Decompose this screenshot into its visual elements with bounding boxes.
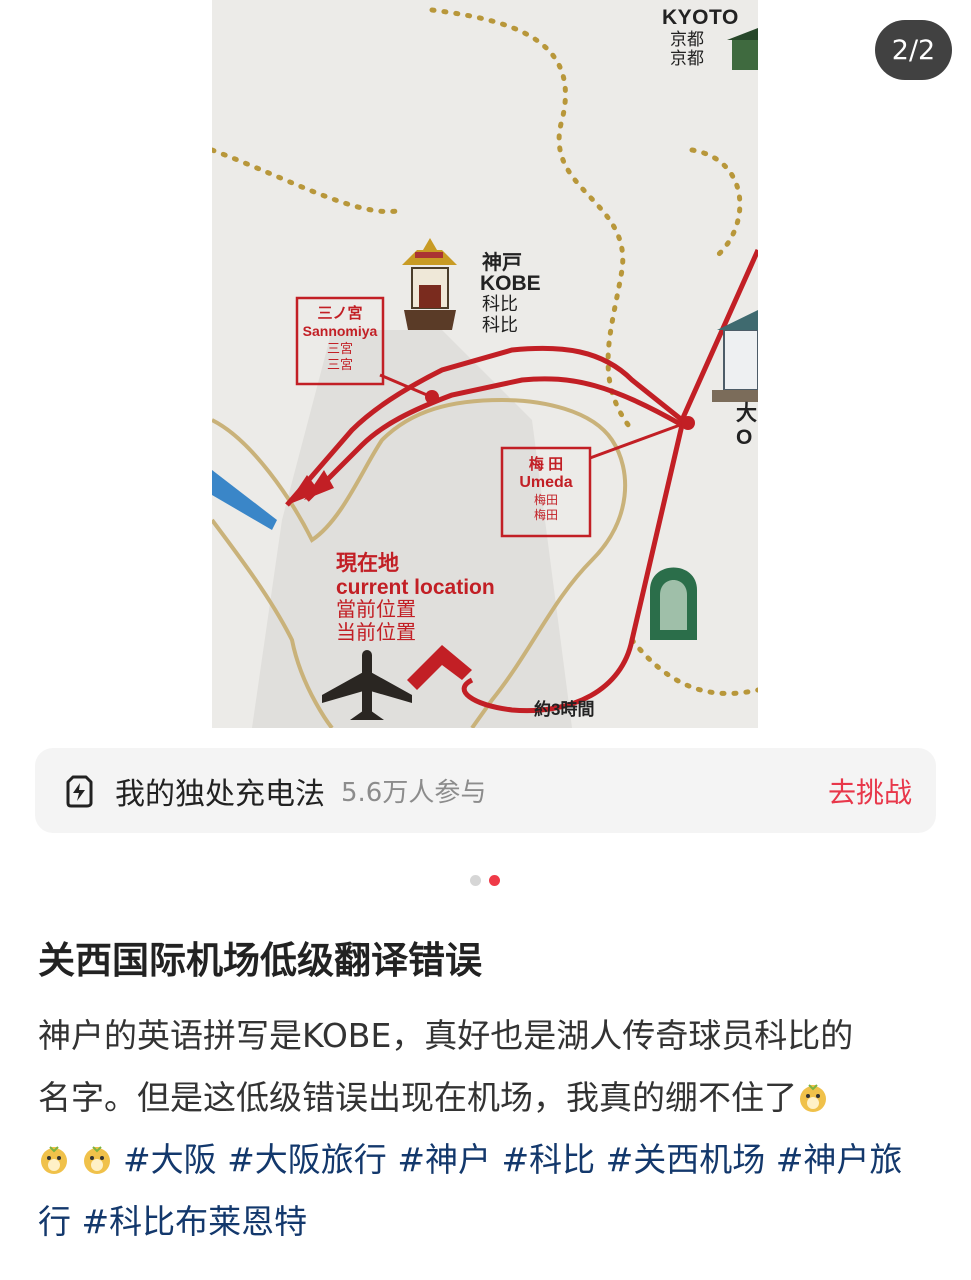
post-image-carousel[interactable]: KYOTO 京都 京都 神戸 KOBE 科比 科比 三ノ宮 Sannomiya … — [0, 0, 971, 730]
battery-charge-icon — [66, 775, 93, 807]
challenge-banner[interactable]: 我的独处充电法 5.6万人参与 去挑战 — [35, 748, 936, 833]
map-sannomiya-zh1: 三宮 — [326, 341, 353, 356]
hashtag-link[interactable]: #大阪 — [123, 1140, 217, 1179]
map-kyoto-en: KYOTO — [662, 6, 739, 29]
map-umeda-zh2: 梅田 — [533, 508, 558, 522]
post-title: 关西国际机场低级翻译错误 — [38, 939, 482, 982]
bear-face-emoji — [83, 1146, 110, 1174]
hashtag-link[interactable]: #科比 — [501, 1140, 595, 1179]
map-umeda-en: Umeda — [519, 474, 573, 491]
bear-face-emoji — [800, 1084, 826, 1112]
carousel-pagination — [470, 875, 500, 886]
map-current-ja: 現在地 — [336, 552, 399, 575]
map-umeda-zh1: 梅田 — [533, 493, 558, 507]
map-sannomiya-kanji: 三ノ宮 — [317, 305, 363, 322]
hashtag-link[interactable]: #大阪旅行 — [227, 1140, 387, 1179]
post-body: 神户的英语拼写是KOBE，真好也是湖人传奇球员科比的 名字。但是这低级错误出现在… — [38, 1005, 928, 1253]
map-current-en: current location — [336, 576, 495, 599]
map-current-zh1: 當前位置 — [336, 599, 416, 621]
map-drawing — [212, 0, 758, 728]
challenge-action-button[interactable]: 去挑战 — [828, 771, 912, 811]
map-kobe-zh2: 科比 — [482, 315, 518, 335]
post-text-line1: 神户的英语拼写是KOBE，真好也是湖人传奇球员科比的 — [38, 1016, 854, 1055]
map-sannomiya-en: Sannomiya — [302, 323, 378, 339]
challenge-title: 我的独处充电法 — [115, 776, 325, 812]
pagination-dot[interactable] — [470, 875, 481, 886]
map-osaka-partial: 大 — [736, 402, 757, 425]
challenge-participants: 5.6万人参与 — [341, 778, 487, 808]
map-umeda-kanji: 梅 田 — [528, 456, 564, 473]
post-text-line2: 名字。但是这低级错误出现在机场，我真的绷不住了 — [38, 1078, 797, 1117]
map-kobe-zh1: 科比 — [482, 294, 518, 314]
map-kyoto-ja: 京都 — [670, 30, 704, 49]
hashtag-link[interactable]: #关西机场 — [606, 1140, 766, 1179]
map-current-zh2: 当前位置 — [336, 622, 416, 644]
map-osaka-partial-en: O — [736, 426, 753, 449]
hashtag-link[interactable]: #科比布莱恩特 — [82, 1202, 308, 1241]
map-sannomiya-zh2: 三宮 — [326, 357, 353, 372]
map-photo: KYOTO 京都 京都 神戸 KOBE 科比 科比 三ノ宮 Sannomiya … — [212, 0, 758, 728]
map-kobe-en: KOBE — [480, 272, 541, 295]
map-duration: 約3時間 — [534, 700, 595, 719]
hashtag-link[interactable]: #神户 — [397, 1140, 491, 1179]
image-counter: 2/2 — [875, 20, 952, 80]
pagination-dot-active[interactable] — [489, 875, 500, 886]
bear-face-emoji — [41, 1146, 67, 1174]
map-kyoto-zh: 京都 — [670, 49, 704, 68]
